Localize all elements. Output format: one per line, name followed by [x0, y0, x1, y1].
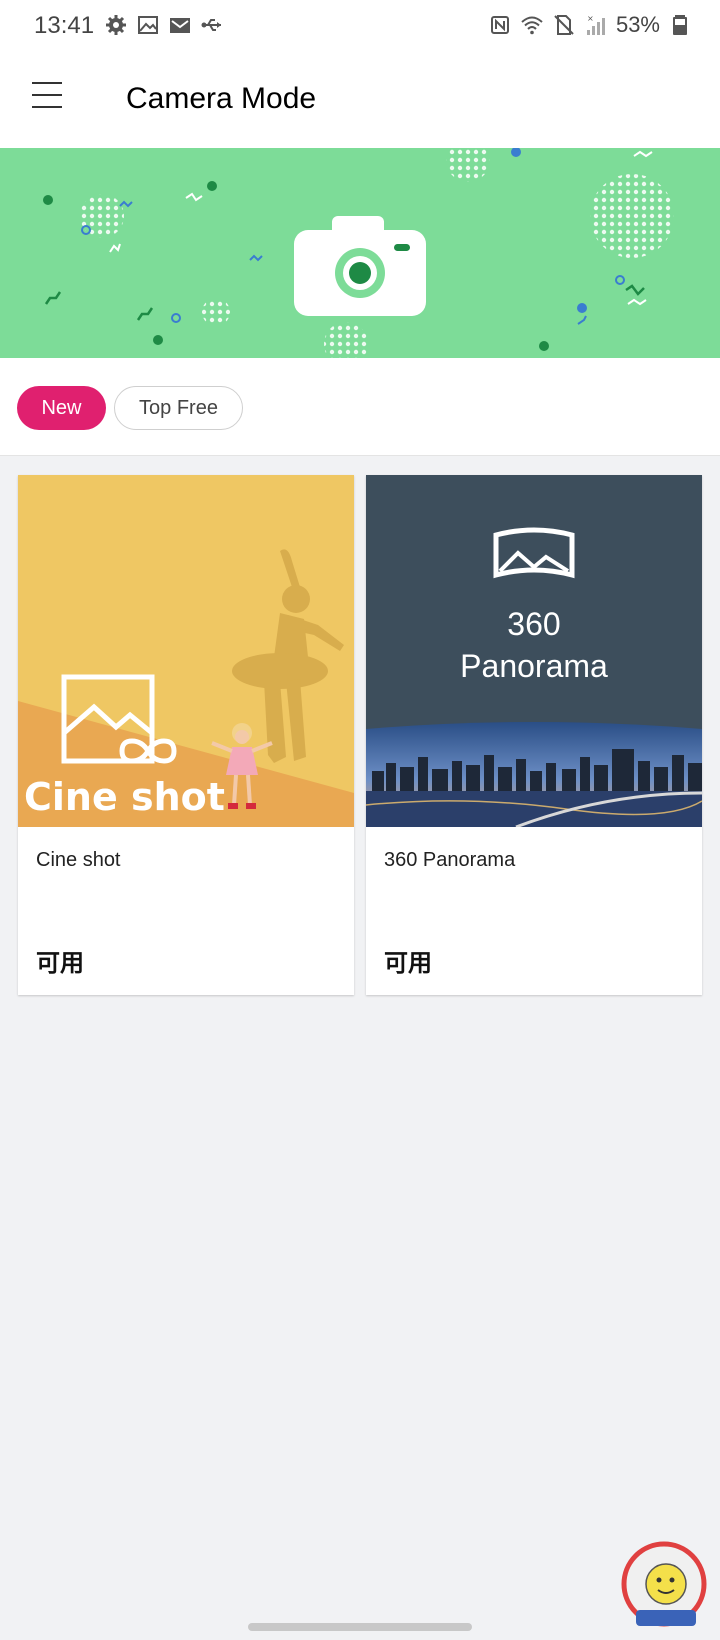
battery-icon [673, 15, 687, 35]
battery-percent: 53% [615, 12, 660, 37]
image-icon [138, 16, 158, 34]
status-bar: 13:41 × 53% [0, 0, 720, 52]
page-title: Camera Mode [126, 82, 317, 115]
card-title: 360 Panorama [384, 849, 516, 871]
card-thumbnail: 360 Panorama [366, 475, 702, 827]
filter-chip-top-free[interactable]: Top Free [114, 386, 243, 430]
home-indicator[interactable] [248, 1623, 472, 1631]
app-header: Camera Mode [0, 52, 720, 148]
gmail-icon [170, 18, 190, 33]
thumbnail-text-line1: 360 [507, 606, 561, 642]
status-right: × 53% [488, 12, 692, 38]
hamburger-menu-icon[interactable] [32, 82, 68, 118]
signal-icon: × [586, 14, 605, 35]
no-sim-icon [554, 15, 574, 35]
card-thumbnail: Cine shot [18, 475, 354, 827]
card-status: 可用 [36, 950, 84, 977]
thumbnail-text: Cine shot [24, 775, 225, 819]
card-status: 可用 [384, 950, 432, 977]
mode-card-cine-shot[interactable]: Cine shot Cine shot 可用 [18, 475, 354, 995]
camera-icon [294, 216, 426, 316]
card-title: Cine shot [36, 849, 121, 871]
nfc-icon [490, 16, 509, 34]
usb-icon [201, 19, 221, 31]
eprice-watermark-logo [621, 1541, 707, 1627]
filter-chip-new[interactable]: New [17, 386, 106, 430]
status-time: 13:41 [34, 12, 95, 39]
wifi-icon [521, 16, 543, 35]
mode-card-360-panorama[interactable]: 360 Panorama 360 Panorama 可用 [366, 475, 702, 995]
svg-text:×: × [587, 14, 594, 23]
banner-decoration [43, 148, 674, 358]
banner [0, 148, 720, 358]
thumbnail-text-line2: Panorama [460, 648, 608, 684]
filter-tabs: New Top Free [0, 358, 720, 456]
thumbnail-text: 360 Panorama [366, 603, 702, 687]
status-left-icons [104, 13, 224, 37]
settings-icon [106, 15, 126, 35]
